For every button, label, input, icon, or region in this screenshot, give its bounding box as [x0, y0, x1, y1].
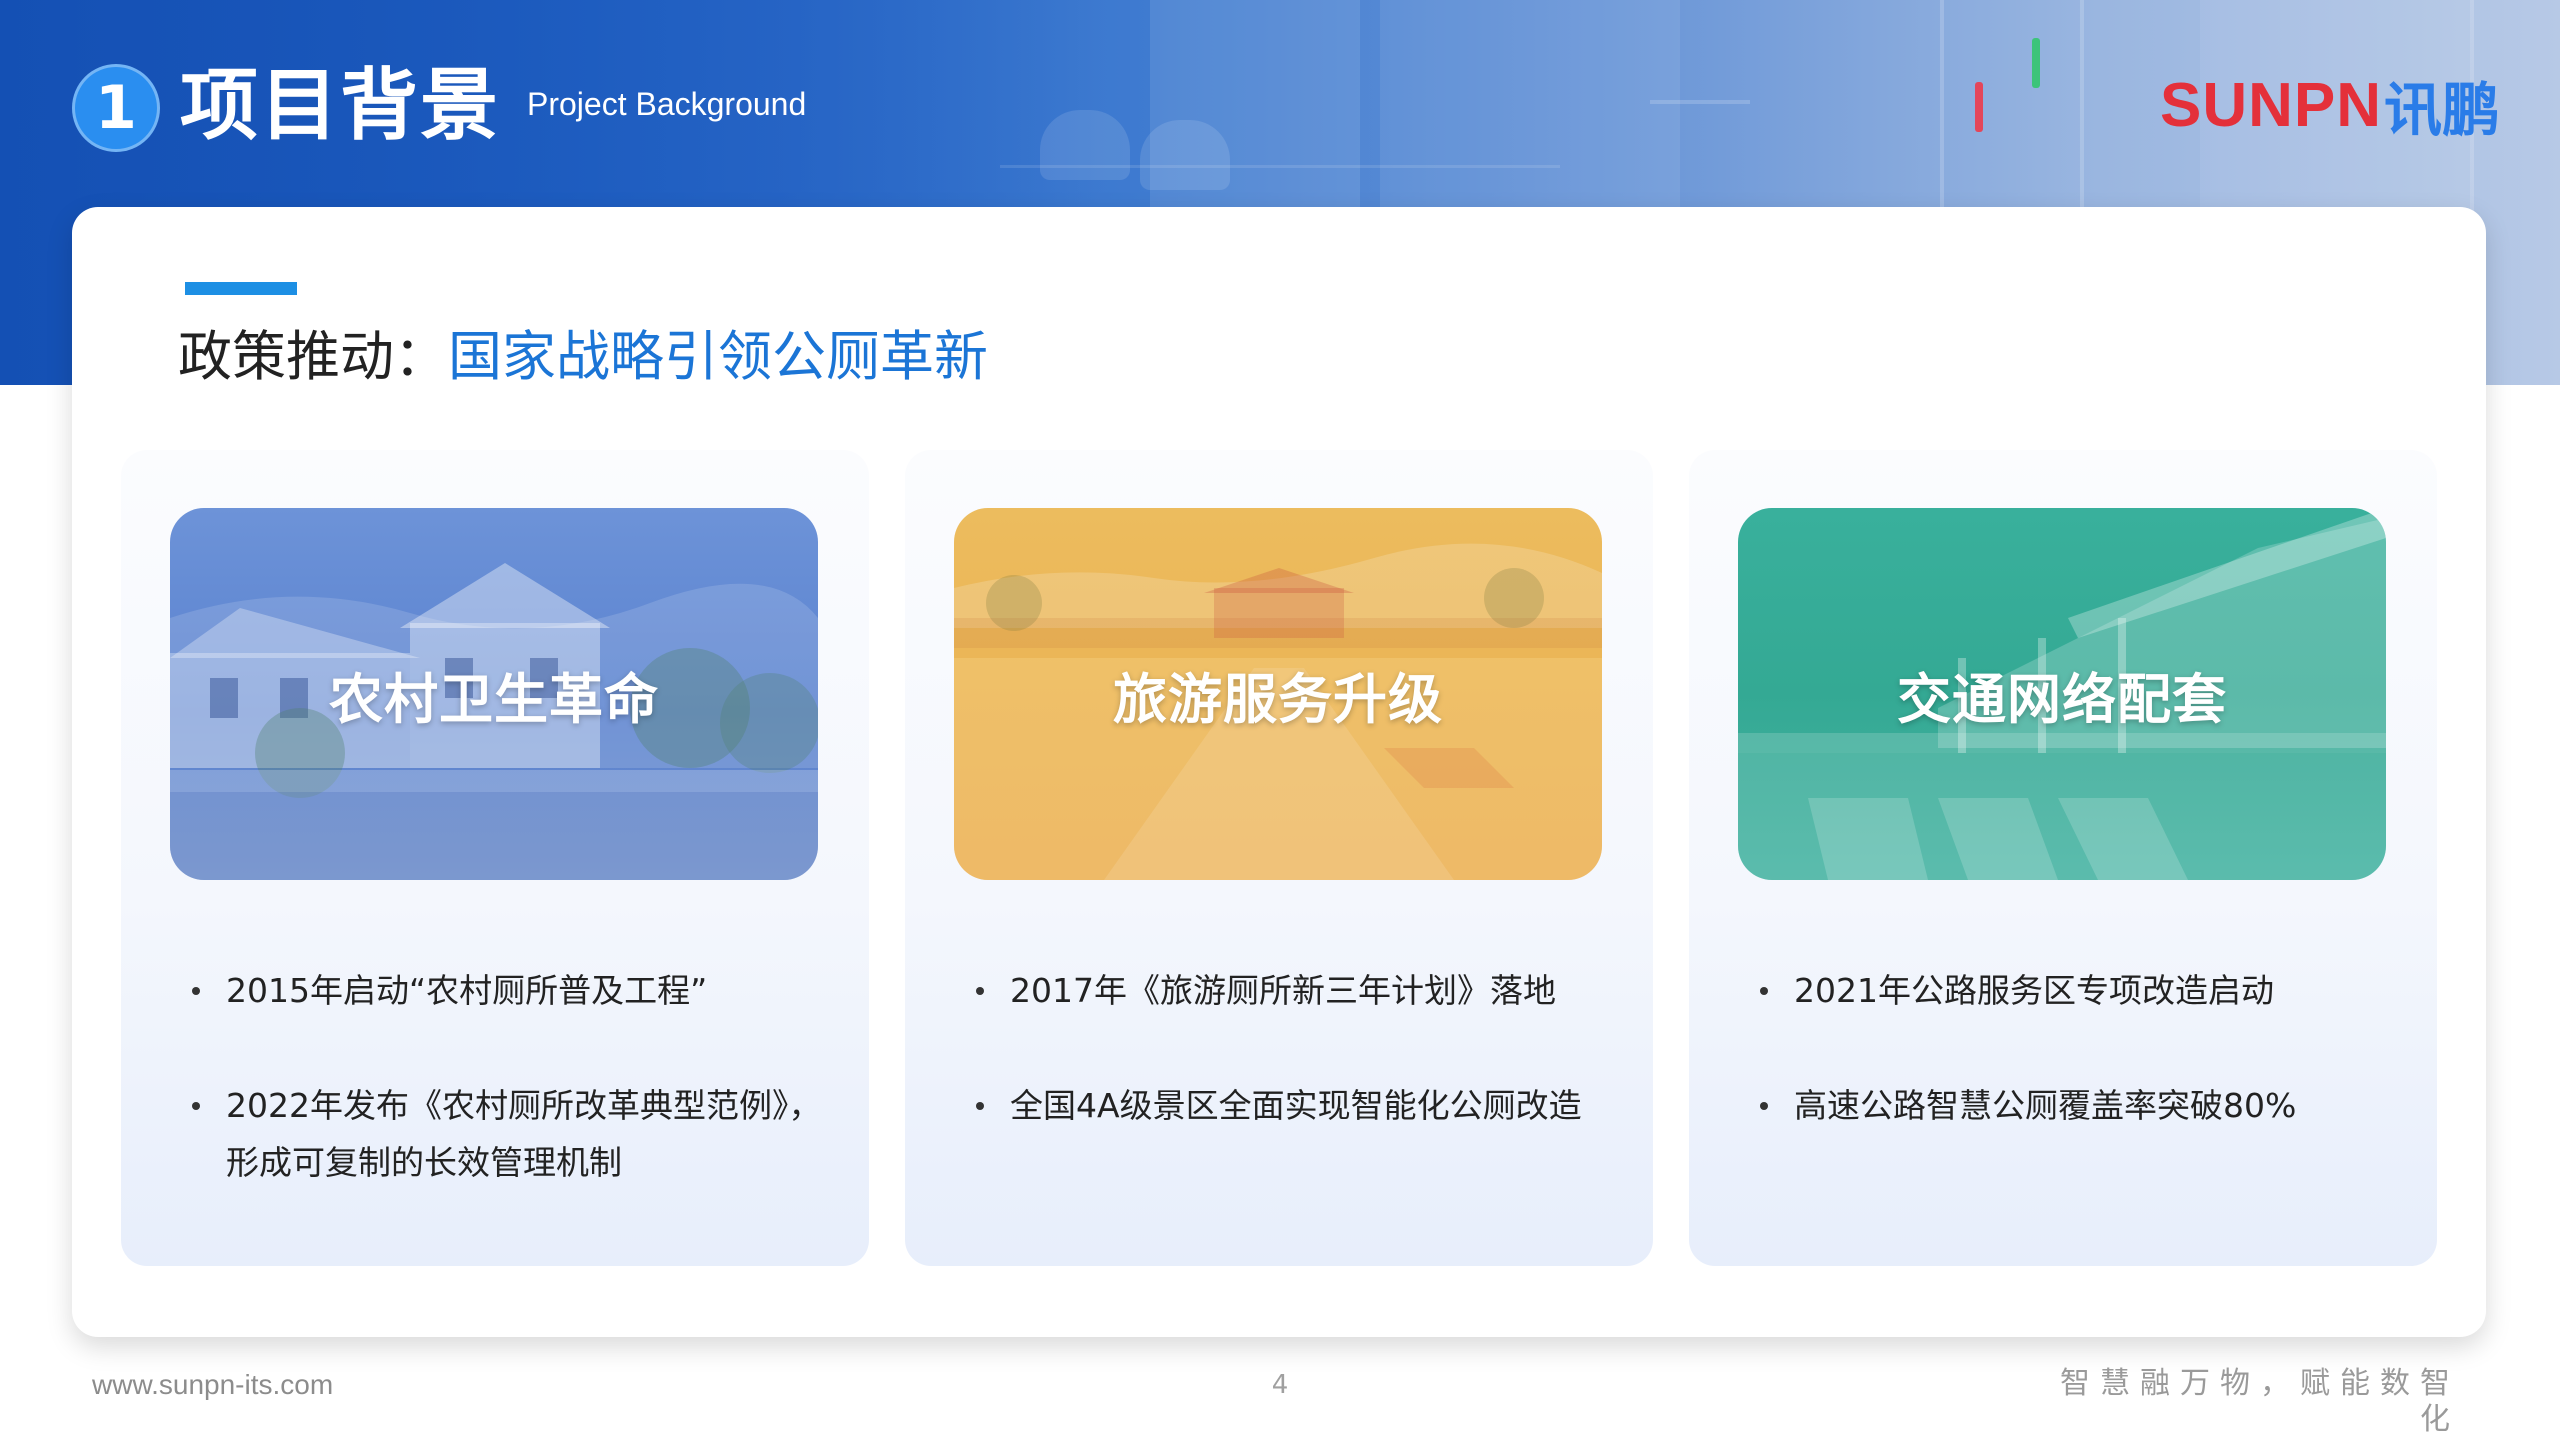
section-title: 项目背景 [180, 61, 501, 151]
list-item: 2022年发布《农村厕所改革典型范例》，形成可复制的长效管理机制 [186, 1077, 826, 1191]
page-number: 4 [1271, 1370, 1289, 1400]
list-item: 2017年《旅游厕所新三年计划》落地 [970, 962, 1610, 1019]
footer-slogan: 智慧融万物，赋能数智化 [2060, 1366, 2460, 1437]
policy-heading-prefix: 政策推动： [178, 325, 448, 388]
banner-shelf [1650, 100, 1750, 104]
logo-text-cn: 讯鹏 [2384, 76, 2501, 144]
list-item: 2021年公路服务区专项改造启动 [1754, 962, 2394, 1019]
rural-caption: 农村卫生革命 [329, 667, 659, 731]
banner-door-edge [1940, 0, 1944, 210]
rural-bullet-list: 2015年启动“农村厕所普及工程” 2022年发布《农村厕所改革典型范例》，形成… [186, 962, 826, 1249]
banner-urinal [1040, 110, 1130, 180]
rural-image-card: 农村卫生革命 [170, 508, 818, 880]
list-item: 全国4A级景区全面实现智能化公厕改造 [970, 1077, 1610, 1134]
heading-accent-bar [185, 282, 297, 295]
policy-heading: 政策推动：国家战略引领公厕革新 [178, 322, 988, 392]
banner-counter [1000, 165, 1560, 168]
banner-wall-panel [1380, 0, 1680, 210]
tourism-bullet-list: 2017年《旅游厕所新三年计划》落地 全国4A级景区全面实现智能化公厕改造 [970, 962, 1610, 1192]
banner-door-indicator [2032, 38, 2040, 88]
transport-bullet-list: 2021年公路服务区专项改造启动 高速公路智慧公厕覆盖率突破80% [1754, 962, 2394, 1192]
logo-text-en: SUNPN [2160, 70, 2383, 140]
sunpn-logo: SUNPN 讯鹏 [2160, 70, 2500, 145]
tourism-image-card: 旅游服务升级 [954, 508, 1602, 880]
section-number-badge: 1 [72, 64, 160, 152]
banner-urinal [1140, 120, 1230, 190]
banner-door-edge [2080, 0, 2084, 210]
policy-heading-highlight: 国家战略引领公厕革新 [448, 325, 988, 388]
transport-image-card: 交通网络配套 [1738, 508, 2386, 880]
banner-door-indicator [1975, 82, 1983, 132]
section-subtitle: Project Background [527, 86, 807, 122]
list-item: 2015年启动“农村厕所普及工程” [186, 962, 826, 1019]
footer-website-url: www.sunpn-its.com [92, 1369, 334, 1400]
transport-caption: 交通网络配套 [1897, 667, 2227, 731]
tourism-caption: 旅游服务升级 [1113, 667, 1443, 731]
list-item: 高速公路智慧公厕覆盖率突破80% [1754, 1077, 2394, 1134]
